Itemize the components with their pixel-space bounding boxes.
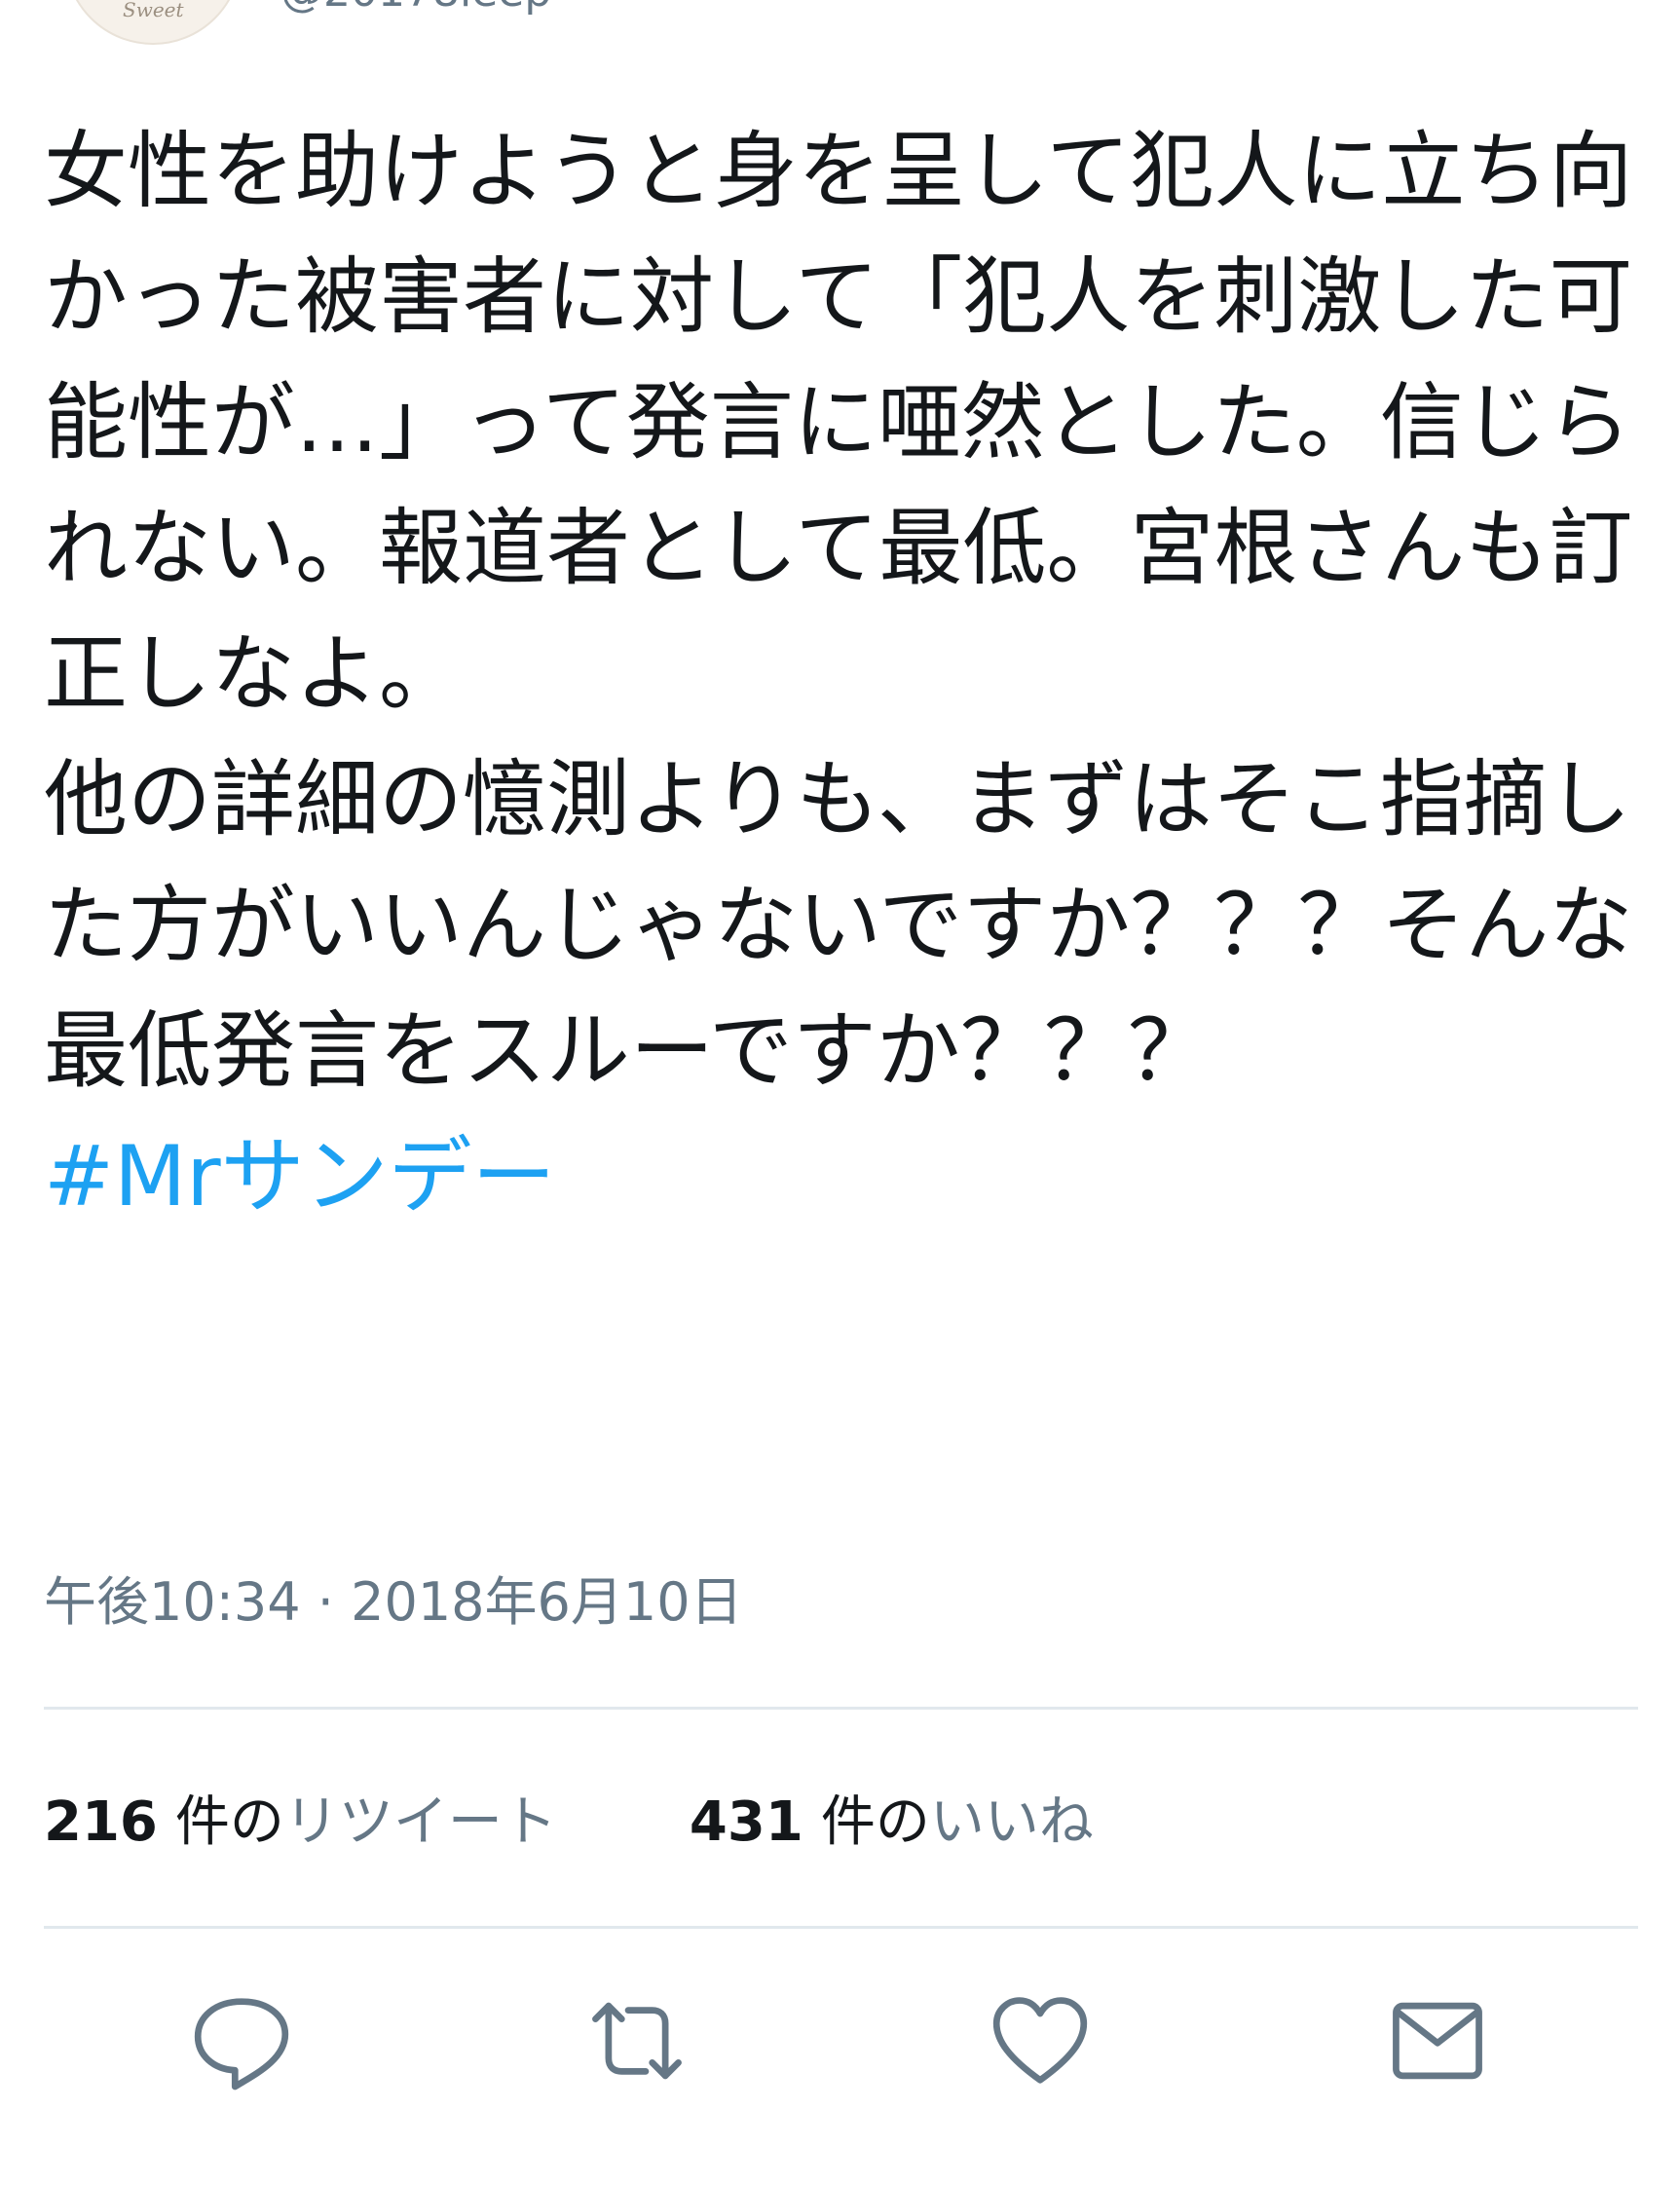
tweet-body: 女性を助けようと身を呈して犯人に立ち向かった被害者に対して「犯人を刺激した可能性… bbox=[44, 109, 1641, 1240]
like-label: いいね bbox=[929, 1789, 1094, 1854]
reply-icon bbox=[194, 1998, 289, 2091]
avatar[interactable]: Sweet bbox=[64, 0, 242, 45]
retweet-count: 216 bbox=[44, 1789, 158, 1854]
like-stat[interactable]: 431 件の いいね bbox=[690, 1778, 1094, 1857]
tweet-actions bbox=[0, 1982, 1680, 2099]
tweet-header: Sweet @20178leep bbox=[0, 0, 1680, 58]
retweet-label: リツイート bbox=[283, 1789, 557, 1854]
retweet-unit: 件の bbox=[174, 1789, 284, 1854]
author-handle[interactable]: @20178leep bbox=[280, 0, 551, 19]
tweet-stats: 216 件の リツイート 431 件の いいね bbox=[44, 1778, 1094, 1856]
tweet-timestamp[interactable]: 午後10:34 · 2018年6月10日 bbox=[44, 1568, 743, 1637]
like-button[interactable] bbox=[982, 1982, 1099, 2099]
share-button[interactable] bbox=[1379, 1982, 1496, 2099]
mail-icon bbox=[1393, 2002, 1482, 2080]
tweet-text: 女性を助けようと身を呈して犯人に立ち向かった被害者に対して「犯人を刺激した可能性… bbox=[44, 123, 1633, 1100]
divider bbox=[44, 1926, 1638, 1929]
like-count: 431 bbox=[689, 1789, 803, 1854]
heart-icon bbox=[992, 1997, 1088, 2084]
reply-button[interactable] bbox=[183, 1982, 300, 2099]
retweet-icon bbox=[592, 2002, 682, 2080]
retweet-button[interactable] bbox=[579, 1982, 695, 2099]
avatar-text: Sweet bbox=[123, 0, 184, 21]
hashtag-link[interactable]: #Mrサンデー bbox=[44, 1128, 556, 1225]
retweet-stat[interactable]: 216 件の リツイート bbox=[44, 1778, 557, 1857]
like-unit: 件の bbox=[820, 1789, 930, 1854]
divider bbox=[44, 1707, 1638, 1710]
